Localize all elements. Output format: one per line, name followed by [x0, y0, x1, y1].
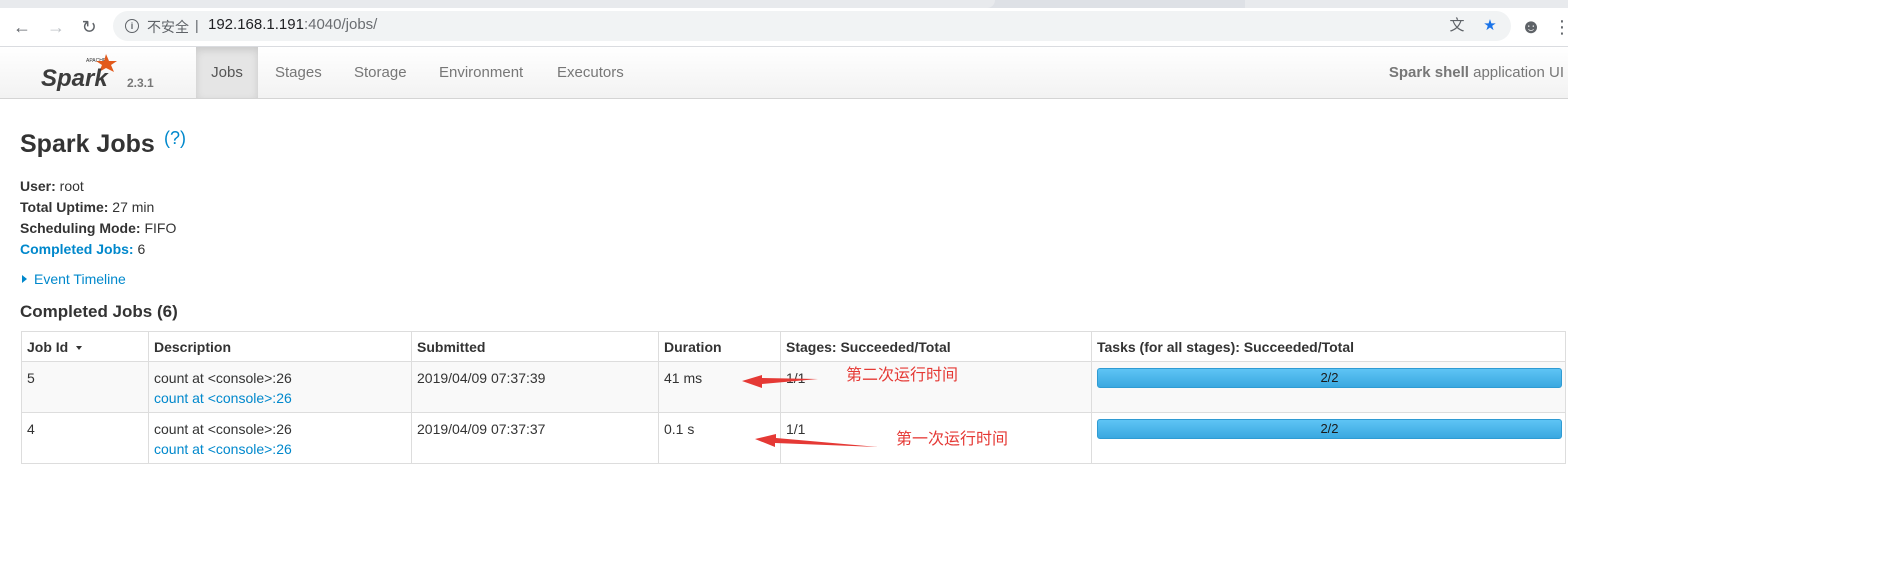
annotation-arrow-first-run	[755, 434, 878, 447]
annotation-arrows	[742, 375, 878, 447]
annotation-second-run: 第二次运行时间	[846, 365, 959, 384]
annotation-arrow-second-run	[742, 375, 818, 388]
annotation-first-run: 第一次运行时间	[896, 429, 1009, 448]
